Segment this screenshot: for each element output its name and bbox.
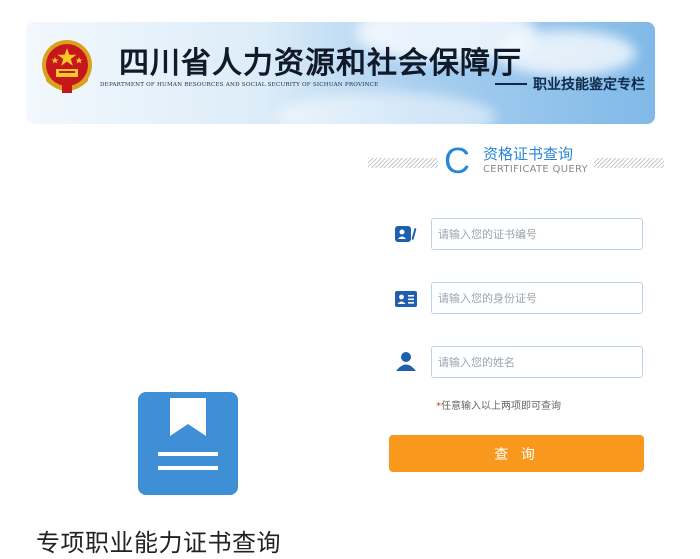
org-title: 四川省人力资源和社会保障厅	[119, 46, 522, 81]
dash-decoration	[495, 83, 527, 85]
certificate-card-icon	[395, 226, 417, 242]
header-banner: 四川省人力资源和社会保障厅 DEPARTMENT OF HUMAN RESOUR…	[26, 22, 655, 124]
certificate-number-input[interactable]	[431, 218, 643, 250]
special-certificate-query-link[interactable]: 专项职业能力证书查询	[36, 523, 281, 558]
column-label: 职业技能鉴定专栏	[495, 74, 645, 94]
certificate-query-heading: C 资格证书查询 CERTIFICATE QUERY	[368, 140, 664, 182]
cloud-decoration	[276, 92, 496, 124]
hatch-decoration	[594, 158, 664, 168]
query-hint-text: 任意输入以上两项即可查询	[441, 401, 561, 412]
bookmark-book-icon[interactable]	[138, 392, 238, 495]
national-emblem-icon	[42, 40, 92, 93]
hatch-decoration	[368, 158, 438, 168]
user-icon	[396, 352, 416, 371]
query-subtitle: CERTIFICATE QUERY	[483, 164, 588, 175]
name-input[interactable]	[431, 346, 643, 378]
query-title: 资格证书查询	[483, 145, 574, 163]
id-card-icon	[395, 291, 417, 307]
org-subtitle: DEPARTMENT OF HUMAN RESOURCES AND SOCIAL…	[100, 82, 379, 88]
query-hint: *任意输入以上两项即可查询	[436, 397, 561, 412]
query-button[interactable]: 查 询	[389, 435, 644, 472]
c-logo-icon: C	[444, 140, 470, 181]
column-label-text: 职业技能鉴定专栏	[533, 77, 645, 93]
id-number-input[interactable]	[431, 282, 643, 314]
